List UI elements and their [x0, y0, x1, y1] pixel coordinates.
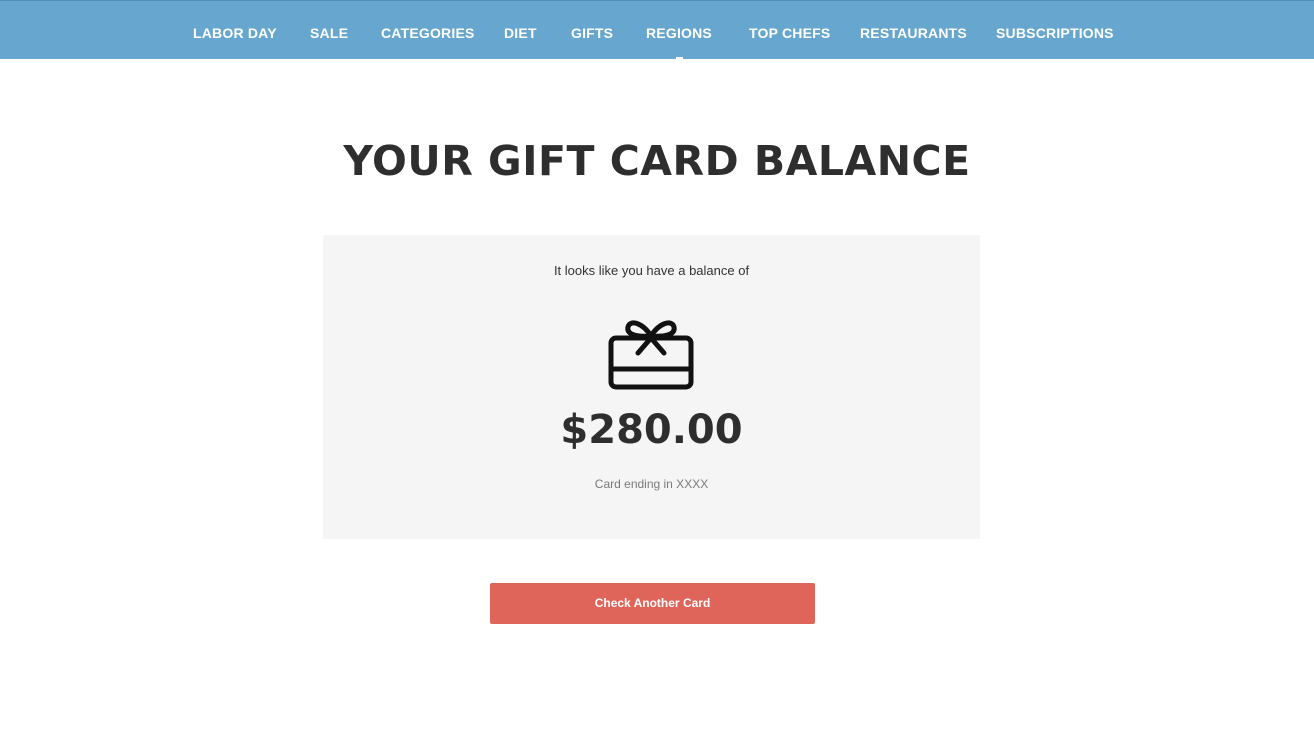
nav-item-restaurants[interactable]: RESTAURANTS [860, 25, 967, 41]
page-title: YOUR GIFT CARD BALANCE [343, 137, 971, 185]
gift-card-icon [608, 315, 696, 393]
main-nav: LABOR DAY SALE CATEGORIES DIET GIFTS REG… [0, 1, 1314, 60]
nav-item-subscriptions[interactable]: SUBSCRIPTIONS [996, 25, 1114, 41]
nav-item-top-chefs[interactable]: TOP CHEFS [749, 25, 830, 41]
nav-item-regions[interactable]: REGIONS [646, 25, 712, 41]
active-nav-indicator [676, 57, 683, 60]
balance-amount: $280.00 [560, 407, 743, 453]
card-ending-text: Card ending in XXXX [594, 477, 709, 491]
check-another-card-button[interactable]: Check Another Card [490, 583, 815, 624]
balance-intro-text: It looks like you have a balance of [553, 263, 750, 278]
nav-item-sale[interactable]: SALE [310, 25, 348, 41]
balance-card: It looks like you have a balance of $280… [323, 235, 980, 539]
nav-item-labor-day[interactable]: LABOR DAY [193, 25, 277, 41]
nav-item-categories[interactable]: CATEGORIES [381, 25, 475, 41]
nav-item-diet[interactable]: DIET [504, 25, 537, 41]
nav-item-gifts[interactable]: GIFTS [571, 25, 613, 41]
top-navigation-bar: LABOR DAY SALE CATEGORIES DIET GIFTS REG… [0, 0, 1314, 60]
